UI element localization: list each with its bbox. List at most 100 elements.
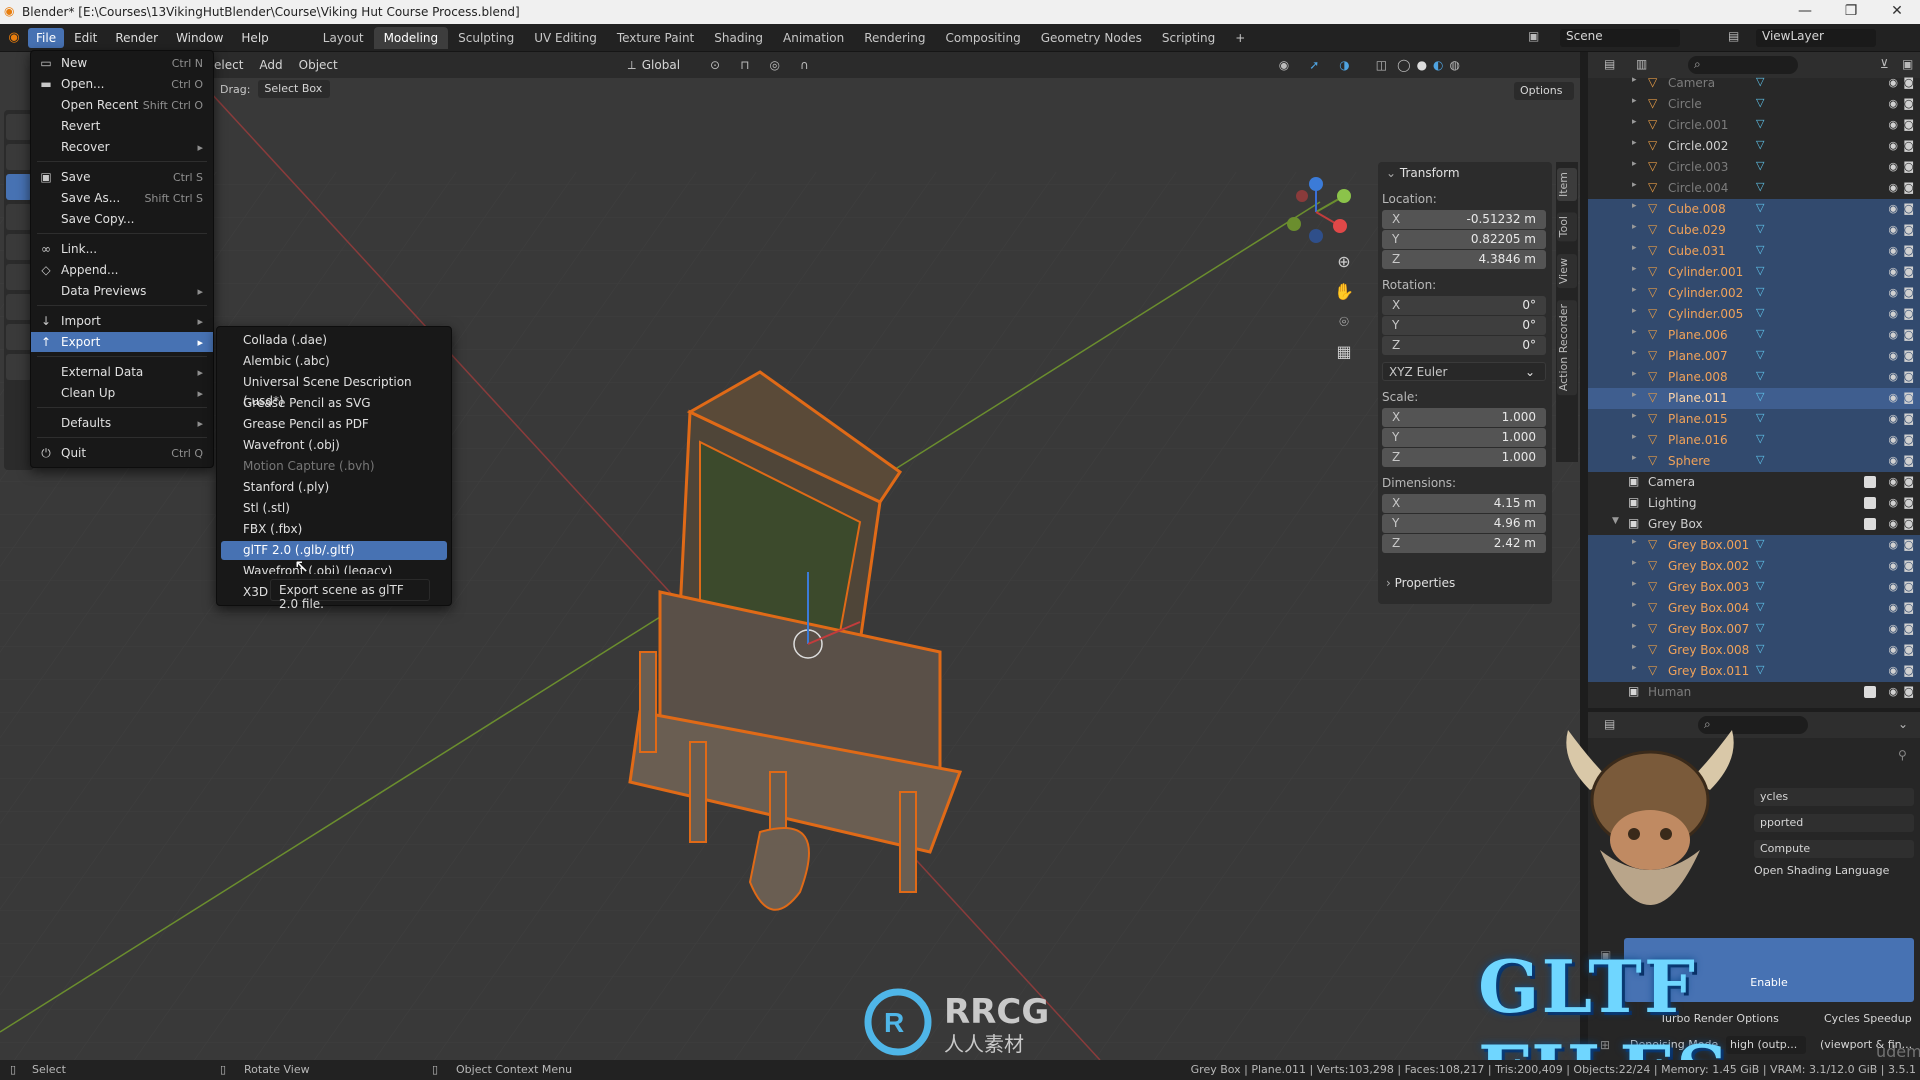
expand-arrow-icon[interactable]: ▸ <box>1632 117 1637 127</box>
outliner-row[interactable]: ▸ ▽ Circle ▽ ◉ ◙ <box>1588 94 1920 115</box>
render-camera-icon[interactable]: ◙ <box>1903 265 1914 278</box>
render-camera-icon[interactable]: ◙ <box>1903 223 1914 236</box>
render-camera-icon[interactable]: ◙ <box>1903 76 1914 89</box>
tab-texture-paint[interactable]: Texture Paint <box>607 27 704 49</box>
render-camera-icon[interactable]: ◙ <box>1903 475 1914 488</box>
menu-item-data-previews[interactable]: Data Previews ▸ <box>31 281 213 301</box>
export-grease-pencil-svg[interactable]: Grease Pencil as SVG <box>221 394 447 413</box>
wireframe-shading-icon[interactable]: ◯ <box>1397 58 1410 72</box>
export-collada[interactable]: Collada (.dae) <box>221 331 447 350</box>
render-engine-select[interactable]: ycles <box>1754 788 1914 806</box>
tab-item[interactable]: Item <box>1557 168 1577 202</box>
menu-item-save-copy[interactable]: Save Copy... <box>31 209 213 229</box>
rotation-y-field[interactable]: Y 0° <box>1382 316 1546 335</box>
outliner-row[interactable]: ▸ ▽ Grey Box.004 ▽ ◉ ◙ <box>1588 598 1920 619</box>
menu-item-append[interactable]: ◇ Append... <box>31 260 213 280</box>
move-tool-icon[interactable] <box>6 174 32 200</box>
menu-item-quit[interactable]: ⏻ Quit Ctrl Q <box>31 443 213 463</box>
outliner-row[interactable]: ▸ ▽ Circle.003 ▽ ◉ ◙ <box>1588 157 1920 178</box>
eye-icon[interactable]: ◉ <box>1888 475 1898 488</box>
measure-tool-icon[interactable] <box>6 324 32 350</box>
outliner-row[interactable]: ▼ ▣ Grey Box ◉ ◙ <box>1588 514 1920 535</box>
outliner-row[interactable]: ▸ ▽ Plane.015 ▽ ◉ ◙ <box>1588 409 1920 430</box>
expand-arrow-icon[interactable]: ▸ <box>1632 453 1637 463</box>
tab-action-recorder[interactable]: Action Recorder <box>1557 300 1577 396</box>
outliner-row[interactable]: ▸ ▽ Camera ▽ ◉ ◙ <box>1588 73 1920 94</box>
eye-icon[interactable]: ◉ <box>1888 244 1898 257</box>
menu-edit[interactable]: Edit <box>66 28 105 48</box>
snap-icon[interactable]: ⊓ <box>740 58 749 72</box>
view-layer-selector[interactable]: ViewLayer <box>1756 29 1876 47</box>
expand-arrow-icon[interactable]: ▸ <box>1632 222 1637 232</box>
tab-uv-editing[interactable]: UV Editing <box>524 27 607 49</box>
expand-arrow-icon[interactable]: ▸ <box>1632 663 1637 673</box>
eye-icon[interactable]: ◉ <box>1888 286 1898 299</box>
export-grease-pencil-pdf[interactable]: Grease Pencil as PDF <box>221 415 447 434</box>
expand-arrow-icon[interactable]: ▸ <box>1632 537 1637 547</box>
rotation-x-field[interactable]: X 0° <box>1382 296 1546 315</box>
render-camera-icon[interactable]: ◙ <box>1903 328 1914 341</box>
outliner-row[interactable]: ▸ ▽ Plane.007 ▽ ◉ ◙ <box>1588 346 1920 367</box>
render-camera-icon[interactable]: ◙ <box>1903 496 1914 509</box>
render-camera-icon[interactable]: ◙ <box>1903 622 1914 635</box>
expand-arrow-icon[interactable]: ▸ <box>1632 327 1637 337</box>
menu-item-revert[interactable]: Revert <box>31 116 213 136</box>
render-camera-icon[interactable]: ◙ <box>1903 307 1914 320</box>
expand-arrow-icon[interactable]: ▸ <box>1632 285 1637 295</box>
eye-icon[interactable]: ◉ <box>1888 349 1898 362</box>
scale-z-field[interactable]: Z 1.000 <box>1382 448 1546 467</box>
cursor-tool-icon[interactable] <box>6 144 32 170</box>
expand-arrow-icon[interactable]: ▸ <box>1632 159 1637 169</box>
visibility-icon[interactable]: ◉ <box>1279 58 1289 72</box>
menu-item-new[interactable]: ▭ New Ctrl N <box>31 53 213 73</box>
tab-shading[interactable]: Shading <box>704 27 773 49</box>
render-camera-icon[interactable]: ◙ <box>1903 139 1914 152</box>
expand-arrow-icon[interactable]: ▸ <box>1632 390 1637 400</box>
expand-arrow-icon[interactable]: ▸ <box>1632 558 1637 568</box>
menu-item-open[interactable]: ▬ Open... Ctrl O <box>31 74 213 94</box>
menu-item-save[interactable]: ▣ Save Ctrl S <box>31 167 213 187</box>
outliner-row[interactable]: ▸ ▽ Grey Box.002 ▽ ◉ ◙ <box>1588 556 1920 577</box>
eye-icon[interactable]: ◉ <box>1888 580 1898 593</box>
export-wavefront-obj[interactable]: Wavefront (.obj) <box>221 436 447 455</box>
editor-type-icon[interactable]: ▤ <box>1604 717 1615 731</box>
outliner-row[interactable]: ▸ ▽ Grey Box.003 ▽ ◉ ◙ <box>1588 577 1920 598</box>
menu-item-defaults[interactable]: Defaults ▸ <box>31 413 213 433</box>
eye-icon[interactable]: ◉ <box>1888 601 1898 614</box>
export-alembic[interactable]: Alembic (.abc) <box>221 352 447 371</box>
tab-rendering[interactable]: Rendering <box>854 27 935 49</box>
scale-x-field[interactable]: X 1.000 <box>1382 408 1546 427</box>
render-camera-icon[interactable]: ◙ <box>1903 580 1914 593</box>
outliner-row[interactable]: ▸ ▽ Circle.001 ▽ ◉ ◙ <box>1588 115 1920 136</box>
ortho-grid-icon[interactable]: ▦ <box>1330 342 1358 372</box>
location-x-field[interactable]: X -0.51232 m <box>1382 210 1546 229</box>
zoom-icon[interactable]: ⊕ <box>1330 252 1358 282</box>
export-stl[interactable]: Stl (.stl) <box>221 499 447 518</box>
filter-icon[interactable]: ⊻ <box>1880 57 1889 71</box>
editor-type-icon[interactable]: ▤ <box>1604 57 1615 71</box>
display-mode-icon[interactable]: ▥ <box>1636 57 1647 71</box>
menu-item-clean-up[interactable]: Clean Up ▸ <box>31 383 213 403</box>
menu-item-save-as[interactable]: Save As... Shift Ctrl S <box>31 188 213 208</box>
render-camera-icon[interactable]: ◙ <box>1903 118 1914 131</box>
tab-tool[interactable]: Tool <box>1557 212 1577 242</box>
expand-arrow-icon[interactable]: ▸ <box>1632 306 1637 316</box>
render-camera-icon[interactable]: ◙ <box>1903 664 1914 677</box>
eye-icon[interactable]: ◉ <box>1888 433 1898 446</box>
outliner-row[interactable]: ▸ ▽ Grey Box.008 ▽ ◉ ◙ <box>1588 640 1920 661</box>
maximize-button[interactable]: ❐ <box>1828 0 1874 24</box>
eye-icon[interactable]: ◉ <box>1888 118 1898 131</box>
location-y-field[interactable]: Y 0.82205 m <box>1382 230 1546 249</box>
collection-checkbox[interactable] <box>1864 686 1876 698</box>
osl-checkbox[interactable]: Open Shading Language <box>1754 864 1889 877</box>
dimensions-z-field[interactable]: Z 2.42 m <box>1382 534 1546 553</box>
scale-tool-icon[interactable] <box>6 234 32 260</box>
outliner-row[interactable]: ▸ ▽ Grey Box.007 ▽ ◉ ◙ <box>1588 619 1920 640</box>
device-select[interactable]: Compute <box>1754 840 1914 858</box>
collection-checkbox[interactable] <box>1864 518 1876 530</box>
menu-window[interactable]: Window <box>168 28 231 48</box>
outliner-row[interactable]: ▸ ▽ Plane.006 ▽ ◉ ◙ <box>1588 325 1920 346</box>
transform-tool-icon[interactable] <box>6 264 32 290</box>
rendered-shading-icon[interactable]: ◍ <box>1450 58 1460 72</box>
rotation-mode-select[interactable]: XYZ Euler ⌄ <box>1382 362 1546 381</box>
